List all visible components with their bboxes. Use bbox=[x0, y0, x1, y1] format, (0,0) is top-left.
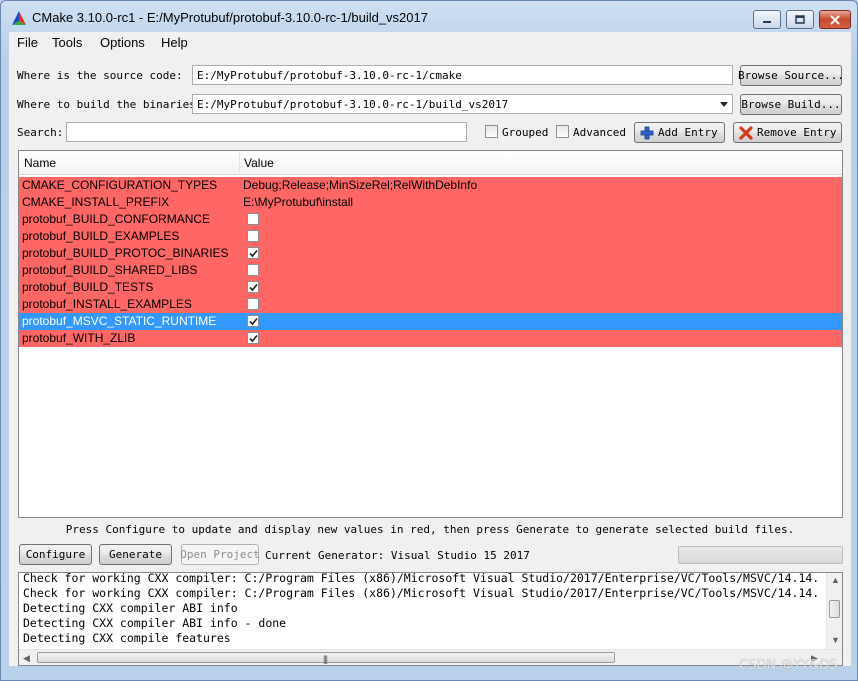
browse-source-button[interactable]: Browse Source... bbox=[738, 65, 844, 86]
minimize-icon bbox=[754, 11, 780, 28]
grouped-label[interactable]: Grouped bbox=[502, 126, 548, 139]
scroll-left-arrow-icon[interactable]: ◀ bbox=[23, 653, 30, 663]
maximize-icon bbox=[787, 11, 813, 28]
table-row[interactable]: CMAKE_INSTALL_PREFIX E:\MyProtubuf\instal… bbox=[19, 194, 842, 211]
value-checkbox[interactable] bbox=[247, 332, 259, 344]
vertical-scrollbar[interactable]: ▲ ▼ bbox=[826, 573, 842, 649]
table-row[interactable]: protobuf_BUILD_EXAMPLES bbox=[19, 228, 842, 245]
column-divider[interactable] bbox=[239, 153, 240, 173]
value-checkbox[interactable] bbox=[247, 247, 259, 259]
value-checkbox[interactable] bbox=[247, 315, 259, 327]
cell-name: protobuf_BUILD_TESTS bbox=[22, 280, 154, 294]
value-checkbox[interactable] bbox=[247, 264, 259, 276]
cmake-window: CMake 3.10.0-rc1 - E:/MyProtubuf/protobu… bbox=[0, 0, 858, 681]
configure-hint: Press Configure to update and display ne… bbox=[65, 523, 795, 536]
minimize-button[interactable] bbox=[753, 10, 781, 29]
column-header-name[interactable]: Name bbox=[24, 156, 56, 170]
build-label: Where to build the binaries: bbox=[17, 98, 203, 111]
cell-value[interactable]: E:\MyProtubuf\install bbox=[243, 195, 353, 209]
current-generator: Current Generator: Visual Studio 15 2017 bbox=[265, 549, 530, 562]
table-row[interactable]: protobuf_BUILD_CONFORMANCE bbox=[19, 211, 842, 228]
menu-tools[interactable]: Tools bbox=[52, 35, 82, 50]
close-icon bbox=[820, 11, 850, 28]
watermark: CSDN @YY&DS bbox=[739, 658, 838, 673]
progress-bar bbox=[678, 546, 843, 564]
value-checkbox[interactable] bbox=[247, 281, 259, 293]
cell-name: protobuf_BUILD_SHARED_LIBS bbox=[22, 263, 198, 277]
maximize-button[interactable] bbox=[786, 10, 814, 29]
grouped-checkbox[interactable] bbox=[485, 125, 498, 138]
browse-build-button[interactable]: Browse Build... bbox=[740, 94, 842, 115]
menu-bar: File Tools Options Help bbox=[9, 32, 851, 52]
chevron-down-icon[interactable] bbox=[720, 102, 728, 107]
table-row[interactable]: protobuf_BUILD_TESTS bbox=[19, 279, 842, 296]
scroll-down-arrow-icon[interactable]: ▼ bbox=[831, 635, 840, 645]
source-path-input[interactable]: E:/MyProtubuf/protobuf-3.10.0-rc-1/cmake bbox=[192, 65, 733, 85]
log-line: Detecting CXX compile features bbox=[23, 631, 231, 645]
add-entry-button[interactable]: Add Entry bbox=[634, 122, 725, 143]
table-row[interactable]: protobuf_MSVC_STATIC_RUNTIME bbox=[19, 313, 842, 330]
generate-button[interactable]: Generate bbox=[99, 544, 172, 565]
cell-name: protobuf_INSTALL_EXAMPLES bbox=[22, 297, 192, 311]
title-bar[interactable]: CMake 3.10.0-rc1 - E:/MyProtubuf/protobu… bbox=[1, 1, 857, 33]
grip-icon: ||| bbox=[323, 654, 328, 664]
horizontal-scrollbar[interactable]: ◀ ||| ▶ bbox=[19, 649, 842, 665]
remove-entry-label: Remove Entry bbox=[757, 126, 837, 139]
cell-value[interactable]: Debug;Release;MinSizeRel;RelWithDebInfo bbox=[243, 178, 477, 192]
remove-entry-button[interactable]: Remove Entry bbox=[733, 122, 842, 143]
table-row[interactable]: CMAKE_CONFIGURATION_TYPES Debug;Release;M… bbox=[19, 177, 842, 194]
cell-name: CMAKE_CONFIGURATION_TYPES bbox=[22, 178, 218, 192]
search-input[interactable] bbox=[66, 122, 467, 142]
table-row[interactable]: protobuf_INSTALL_EXAMPLES bbox=[19, 296, 842, 313]
close-button[interactable] bbox=[819, 10, 851, 29]
client-area: File Tools Options Help Where is the sou… bbox=[9, 32, 851, 666]
value-checkbox[interactable] bbox=[247, 213, 259, 225]
build-path-value: E:/MyProtubuf/protobuf-3.10.0-rc-1/build… bbox=[197, 98, 509, 111]
source-label: Where is the source code: bbox=[17, 69, 183, 82]
table-header: Name Value bbox=[19, 151, 842, 175]
menu-options[interactable]: Options bbox=[100, 35, 145, 50]
scroll-up-arrow-icon[interactable]: ▲ bbox=[831, 575, 840, 585]
cache-table: Name Value CMAKE_CONFIGURATION_TYPES Debu… bbox=[18, 150, 843, 518]
log-line: Check for working CXX compiler: C:/Progr… bbox=[23, 572, 820, 585]
menu-file[interactable]: File bbox=[17, 35, 38, 50]
cmake-logo-icon bbox=[12, 11, 26, 25]
log-line: Check for working CXX compiler: C:/Progr… bbox=[23, 586, 820, 600]
value-checkbox[interactable] bbox=[247, 230, 259, 242]
table-row[interactable]: protobuf_WITH_ZLIB bbox=[19, 330, 842, 347]
vertical-scroll-thumb[interactable] bbox=[829, 600, 840, 618]
cell-name: CMAKE_INSTALL_PREFIX bbox=[22, 195, 170, 209]
advanced-label[interactable]: Advanced bbox=[573, 126, 626, 139]
cell-name: protobuf_MSVC_STATIC_RUNTIME bbox=[22, 314, 217, 328]
log-line: Detecting CXX compiler ABI info bbox=[23, 601, 238, 615]
cell-name: protobuf_BUILD_EXAMPLES bbox=[22, 229, 180, 243]
column-header-value[interactable]: Value bbox=[244, 156, 274, 170]
advanced-checkbox[interactable] bbox=[556, 125, 569, 138]
add-entry-label: Add Entry bbox=[658, 126, 718, 139]
cell-name: protobuf_BUILD_CONFORMANCE bbox=[22, 212, 211, 226]
output-log[interactable]: Check for working CXX compiler: C:/Progr… bbox=[18, 572, 843, 666]
log-line: Detecting CXX compiler ABI info - done bbox=[23, 616, 287, 630]
plus-icon bbox=[640, 126, 654, 139]
table-row[interactable]: protobuf_BUILD_SHARED_LIBS bbox=[19, 262, 842, 279]
cell-name: protobuf_WITH_ZLIB bbox=[22, 331, 136, 345]
table-row[interactable]: protobuf_BUILD_PROTOC_BINARIES bbox=[19, 245, 842, 262]
build-path-combobox[interactable]: E:/MyProtubuf/protobuf-3.10.0-rc-1/build… bbox=[192, 94, 733, 114]
search-label: Search: bbox=[17, 126, 64, 139]
delete-icon bbox=[739, 125, 753, 140]
open-project-button[interactable]: Open Project bbox=[180, 544, 260, 565]
cell-name: protobuf_BUILD_PROTOC_BINARIES bbox=[22, 246, 229, 260]
configure-button[interactable]: Configure bbox=[19, 544, 92, 565]
window-title: CMake 3.10.0-rc1 - E:/MyProtubuf/protobu… bbox=[32, 10, 428, 25]
value-checkbox[interactable] bbox=[247, 298, 259, 310]
horizontal-scroll-thumb[interactable]: ||| bbox=[37, 652, 615, 664]
menu-help[interactable]: Help bbox=[161, 35, 188, 50]
